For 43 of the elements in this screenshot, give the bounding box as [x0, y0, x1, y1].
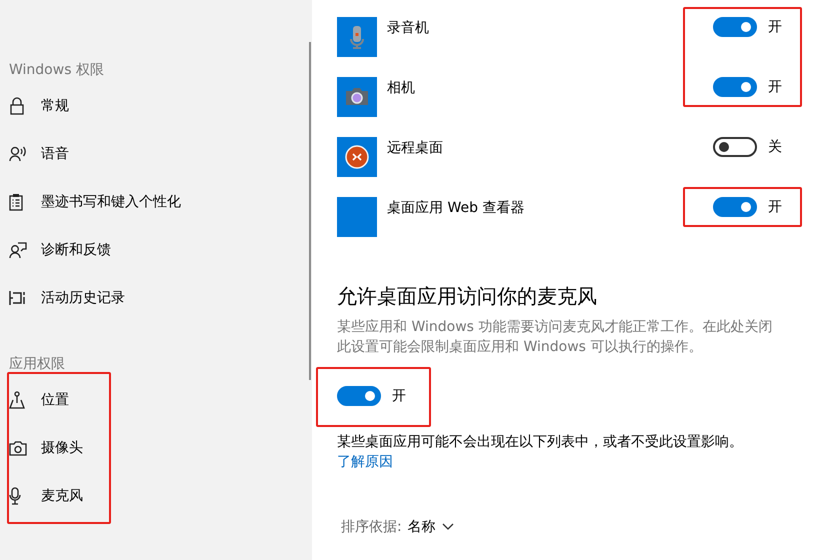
- person-feedback-icon: [9, 242, 27, 258]
- toggle-switch[interactable]: [713, 197, 757, 217]
- camera-app-icon: [337, 77, 377, 117]
- app-tile-icon: [337, 197, 377, 237]
- toggle-state-label: 开: [392, 387, 406, 406]
- sidebar-item[interactable]: 墨迹书写和键入个性化: [9, 178, 312, 226]
- learn-why-link[interactable]: 了解原因: [337, 452, 393, 472]
- app-name: 桌面应用 Web 查看器: [387, 199, 526, 217]
- toggle-switch[interactable]: [337, 386, 381, 406]
- app-name: 远程桌面: [387, 139, 444, 157]
- sidebar-item[interactable]: 诊断和反馈: [9, 226, 312, 274]
- scrollbar-thumb[interactable]: [309, 42, 311, 380]
- toggle-state-label: 开: [768, 18, 782, 37]
- section-heading: 应用权限: [9, 355, 66, 374]
- sidebar-item[interactable]: 麦克风: [9, 472, 109, 520]
- toggle-switch[interactable]: [713, 77, 757, 97]
- note-text: 某些桌面应用可能不会出现在以下列表中，或者不受此设置影响。: [337, 433, 744, 451]
- sort-dropdown[interactable]: 排序依据: 名称: [341, 517, 786, 537]
- sidebar-item[interactable]: 位置: [9, 376, 109, 424]
- clipboard-icon: [9, 193, 23, 211]
- sidebar-item[interactable]: 摄像头: [9, 424, 109, 472]
- microphone-icon: [9, 487, 21, 505]
- toggle-state-label: 关: [768, 138, 782, 157]
- toggle-state-label: 开: [768, 198, 782, 217]
- chevron-down-icon: [442, 523, 454, 531]
- camera-icon: [9, 440, 27, 456]
- sidebar-item[interactable]: 常规: [9, 82, 312, 130]
- toggle-switch[interactable]: [713, 137, 757, 157]
- sidebar-item[interactable]: 活动历史记录: [9, 274, 312, 322]
- lock-icon: [9, 97, 25, 115]
- section-title: 允许桌面应用访问你的麦克风: [337, 283, 598, 310]
- timeline-icon: [9, 290, 27, 306]
- section-heading: Windows 权限: [9, 61, 105, 80]
- person-sound-icon: [9, 146, 27, 162]
- section-description: 某些应用和 Windows 功能需要访问麦克风才能正常工作。在此处关闭此设置可能会限制桌面应用和 Windows 可以执行的操作。: [337, 318, 774, 357]
- microphone-app-icon: [337, 17, 377, 57]
- toggle-state-label: 开: [768, 78, 782, 97]
- app-name: 相机: [387, 79, 416, 97]
- remote-desktop-app-icon: [337, 137, 377, 177]
- app-name: 录音机: [387, 19, 430, 37]
- sidebar-item[interactable]: 语音: [9, 130, 312, 178]
- location-pin-icon: [9, 391, 25, 409]
- toggle-switch[interactable]: [713, 17, 757, 37]
